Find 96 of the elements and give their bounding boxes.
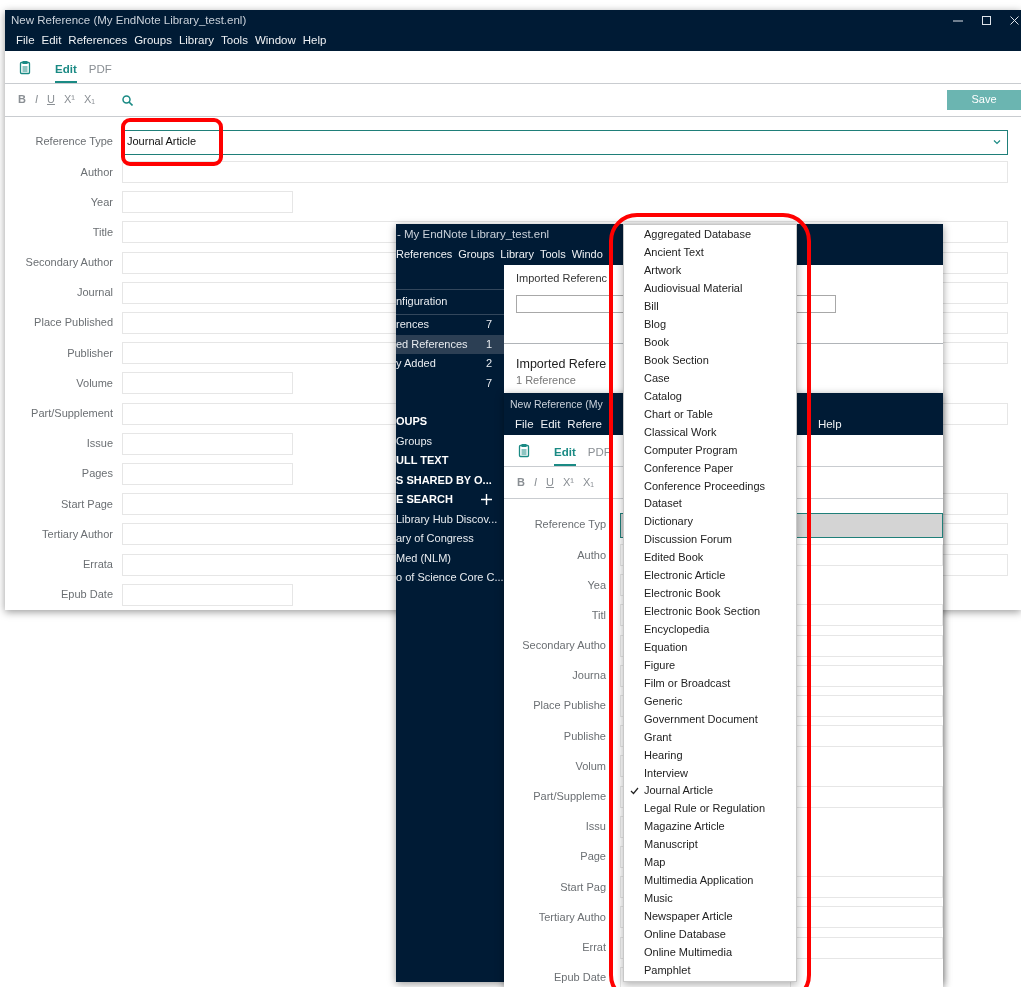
field-label: Secondary Author bbox=[24, 256, 113, 270]
field-label: Issu bbox=[584, 820, 606, 834]
option-label: Legal Rule or Regulation bbox=[644, 802, 766, 816]
option-label: Electronic Book bbox=[644, 587, 721, 601]
sidebar-label: S SHARED BY O... bbox=[396, 473, 492, 487]
option-label: Classical Work bbox=[644, 425, 717, 439]
field-label: Autho bbox=[576, 548, 606, 562]
sidebar-label: nfiguration bbox=[396, 295, 448, 309]
option-label: Book Section bbox=[644, 353, 709, 368]
sidebar-label: Groups bbox=[396, 434, 433, 448]
option-label: Aggregated Database bbox=[644, 228, 752, 242]
select-value: Journal Article bbox=[127, 135, 197, 149]
option-label: Dataset bbox=[644, 497, 682, 511]
option-label: Magazine Article bbox=[644, 820, 725, 834]
sidebar-label: Med (NLM) bbox=[396, 551, 451, 565]
field-label: Volume bbox=[75, 376, 113, 390]
field-label: Errata bbox=[82, 557, 113, 572]
field-label: Tertiary Author bbox=[41, 527, 113, 541]
option-label: Grant bbox=[644, 730, 672, 744]
option-label: Chart or Table bbox=[644, 407, 713, 421]
field-label: Tertiary Autho bbox=[537, 910, 606, 924]
field-label: Publisher bbox=[66, 346, 113, 360]
option-label: Multimedia Application bbox=[644, 874, 754, 888]
option-label: Blog bbox=[644, 318, 667, 332]
option-label: Dictionary bbox=[644, 515, 693, 529]
option-label: Computer Program bbox=[644, 443, 738, 457]
option-label: Case bbox=[644, 371, 670, 386]
library-heading: Imported Refere bbox=[516, 357, 607, 373]
field-label: Issue bbox=[85, 437, 113, 451]
field-label: Pages bbox=[80, 467, 113, 481]
sidebar-label: ary of Congress bbox=[396, 532, 474, 546]
sidebar-label: rences bbox=[396, 318, 430, 332]
option-label: Music bbox=[644, 892, 673, 906]
option-label: Manuscript bbox=[644, 838, 698, 852]
option-label: Newspaper Article bbox=[644, 910, 733, 924]
option-label: Journal Article bbox=[644, 784, 714, 798]
sidebar-label: E SEARCH bbox=[396, 493, 453, 507]
item-count: 7 bbox=[485, 376, 492, 390]
field-label: Reference Typ bbox=[533, 518, 606, 532]
window-title: New Reference (My EndNote Library_test.enl) bbox=[11, 13, 247, 28]
field-label: Start Pag bbox=[559, 880, 606, 894]
item-count: 1 bbox=[485, 337, 492, 351]
field-label: Publishe bbox=[562, 729, 606, 743]
option-label: Book bbox=[644, 336, 670, 350]
field-label: Start Page bbox=[60, 497, 113, 511]
option-label: Audiovisual Material bbox=[644, 282, 743, 296]
item-count: 2 bbox=[485, 357, 492, 371]
sidebar-label: Library Hub Discov... bbox=[396, 512, 498, 526]
option-label: Catalog bbox=[644, 389, 682, 403]
field-label: Epub Date bbox=[553, 971, 606, 985]
reference-count: 1 Reference bbox=[516, 374, 576, 388]
option-label: Artwork bbox=[644, 264, 682, 278]
field-label: Part/Supplement bbox=[30, 407, 113, 421]
field-label: Volum bbox=[574, 759, 606, 773]
option-label: Generic bbox=[644, 694, 683, 708]
option-label: Conference Proceedings bbox=[644, 479, 766, 493]
option-label: Encyclopedia bbox=[644, 623, 710, 637]
option-label: Conference Paper bbox=[644, 461, 734, 475]
option-label: Interview bbox=[644, 766, 689, 780]
field-label: Place Publishe bbox=[532, 699, 606, 713]
option-label: Figure bbox=[644, 658, 676, 673]
field-label: Year bbox=[89, 195, 113, 209]
field-label: Place Published bbox=[33, 316, 113, 330]
window-title: - My EndNote Library_test.enl bbox=[397, 227, 550, 242]
option-label: Film or Broadcast bbox=[644, 676, 731, 690]
item-count: 7 bbox=[485, 318, 492, 332]
option-label: Electronic Book Section bbox=[644, 605, 761, 619]
field-label: Titl bbox=[590, 608, 606, 623]
option-label: Discussion Forum bbox=[644, 533, 733, 547]
field-label: Yea bbox=[586, 578, 606, 592]
option-label: Map bbox=[644, 856, 666, 870]
field-label: Reference Type bbox=[34, 135, 113, 149]
sidebar-label: ULL TEXT bbox=[396, 454, 449, 468]
field-label: Author bbox=[79, 165, 113, 179]
option-label: Bill bbox=[644, 300, 659, 314]
option-label: Government Document bbox=[644, 712, 758, 726]
window-title: New Reference (My bbox=[510, 397, 603, 411]
field-label: Secondary Autho bbox=[521, 639, 606, 653]
option-label: Electronic Article bbox=[644, 569, 726, 583]
field-label: Part/Suppleme bbox=[532, 790, 606, 804]
option-label: Pamphlet bbox=[644, 963, 691, 977]
option-label: Online Database bbox=[644, 927, 726, 942]
sidebar-label: OUPS bbox=[396, 415, 428, 429]
sidebar-label: ed References bbox=[396, 337, 468, 351]
field-label: Title bbox=[91, 225, 113, 240]
field-label: Page bbox=[579, 850, 606, 864]
sidebar-label: y Added bbox=[396, 357, 436, 371]
field-label: Epub Date bbox=[60, 588, 113, 602]
field-label: Journal bbox=[75, 286, 113, 300]
option-label: Edited Book bbox=[644, 551, 704, 565]
option-label: Online Multimedia bbox=[644, 945, 733, 960]
option-label: Ancient Text bbox=[644, 246, 704, 260]
field-label: Journa bbox=[571, 669, 606, 683]
option-label: Equation bbox=[644, 640, 688, 655]
field-label: Errat bbox=[581, 940, 606, 955]
option-label: Hearing bbox=[644, 748, 683, 762]
